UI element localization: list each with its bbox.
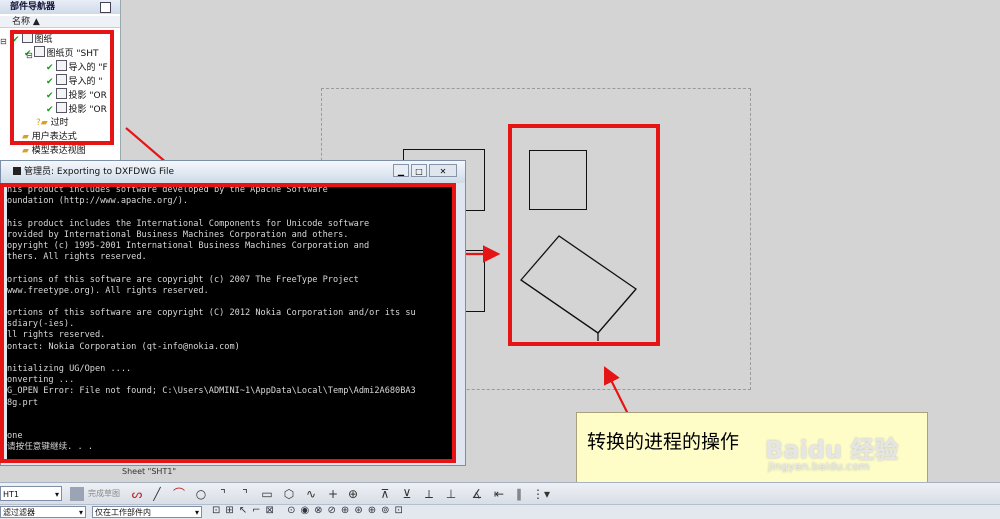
spline-icon[interactable]: ∿ [304, 487, 318, 501]
offset-icon[interactable]: ⊕ [346, 487, 360, 501]
fillet-icon[interactable]: ⌝ [216, 487, 230, 501]
snap-icons[interactable]: ⊡⊞↖⌐⊠ ⊙◉⊗⊘⊕⊛⊕⊚⊡ [212, 505, 408, 516]
rectangle-icon[interactable]: ▭ [260, 487, 274, 501]
sketch-icon[interactable] [70, 487, 84, 501]
constraint-icon[interactable]: ∡ [470, 487, 484, 501]
sketch-toolbar: HT1 ▾ 完成草图 ᔕ ╱ ⌒ ○ ⌝ ⌝ ▭ ⬡ ∿ + ⊕ ⊼ ⊻ ⟂ ⊥ … [0, 482, 1000, 505]
highlight-box-console [0, 183, 456, 463]
filter-select[interactable]: 滤过滤器 ▾ [0, 506, 86, 518]
more-icon[interactable]: ⋮▾ [532, 487, 550, 501]
console-app-icon [13, 167, 21, 175]
corner-icon[interactable]: ⟂ [422, 487, 436, 501]
circle-icon[interactable]: ○ [194, 487, 208, 501]
arc-icon[interactable]: ⌒ [172, 487, 186, 501]
sheet-select[interactable]: HT1 ▾ [0, 486, 62, 501]
chamfer-icon[interactable]: ⌝ [238, 487, 252, 501]
maximize-button[interactable]: □ [411, 164, 427, 177]
mirror-icon[interactable]: ⊥ [444, 487, 458, 501]
sheet-label: Sheet "SHT1" [122, 467, 177, 476]
trim-icon[interactable]: ⊼ [378, 487, 392, 501]
close-button[interactable]: ✕ [429, 164, 457, 177]
profile-icon[interactable]: ᔕ [130, 487, 144, 501]
extend-icon[interactable]: ⊻ [400, 487, 414, 501]
scope-select[interactable]: 仅在工作部件内 ▾ [92, 506, 202, 518]
watermark-url: jingyan.baidu.com [768, 460, 870, 473]
line-icon[interactable]: ╱ [150, 487, 164, 501]
selection-toolbar: 滤过滤器 ▾ 仅在工作部件内 ▾ ⊡⊞↖⌐⊠ ⊙◉⊗⊘⊕⊛⊕⊚⊡ [0, 504, 1000, 519]
minimize-button[interactable]: ▁ [393, 164, 409, 177]
dimension-icon[interactable]: ⇤ [492, 487, 506, 501]
point-icon[interactable]: + [326, 487, 340, 501]
polygon-icon[interactable]: ⬡ [282, 487, 296, 501]
finish-sketch-button[interactable]: 完成草图 [88, 488, 120, 499]
parallel-icon[interactable]: ∥ [512, 487, 526, 501]
annotation-text: 转换的进程的操作 [587, 431, 740, 453]
